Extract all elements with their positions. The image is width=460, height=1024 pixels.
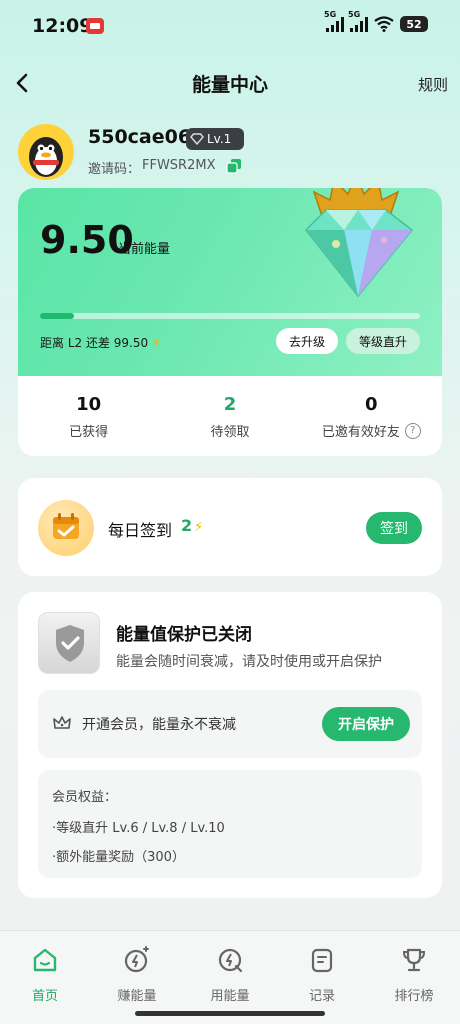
member-benefits: 会员权益： ·等级直升 Lv.6 / Lv.8 / Lv.10 ·额外能量奖励（…: [38, 770, 422, 878]
calendar-check-icon: [38, 500, 94, 556]
level-progress-bar: [40, 313, 420, 319]
records-icon: [311, 948, 333, 973]
energy-card: 9.50 当前能量 距离 L2 还差 99.50 ⚡ 去升级 等级直升 10 已…: [18, 188, 442, 456]
calendar-notification-icon: [86, 18, 104, 34]
level-badge: Lv.1: [186, 128, 244, 150]
stat-pending[interactable]: 2 待领取: [159, 376, 300, 456]
tab-use-energy[interactable]: 用能量: [195, 945, 265, 1004]
invite-code-value: FFWSR2MX: [142, 158, 216, 173]
bottom-tab-bar: 首页 赚能量 用能量 记录 排行榜: [0, 930, 460, 1024]
checkin-title: 每日签到: [108, 521, 173, 540]
status-bar: 12:09 5G 5G 52: [0, 0, 460, 56]
page-title: 能量中心: [191, 74, 268, 96]
energy-protection-card: 能量值保护已关闭 能量会随时间衰减，请及时使用或开启保护 开通会员，能量永不衰减…: [18, 592, 442, 898]
invite-code-label: 邀请码：: [88, 162, 141, 177]
battery-indicator: 52: [400, 16, 428, 32]
avatar[interactable]: [18, 124, 74, 180]
heart-diamond-icon: [190, 133, 204, 145]
protection-description: 能量会随时间衰减，请及时使用或开启保护: [116, 654, 382, 670]
daily-checkin-card: 每日签到 2 ⚡ 签到: [18, 478, 442, 576]
use-energy-icon: [218, 948, 243, 973]
current-energy-label: 当前能量: [118, 242, 171, 257]
stat-earned[interactable]: 10 已获得: [18, 376, 159, 456]
home-indicator[interactable]: [135, 1011, 325, 1016]
rules-link[interactable]: 规则: [418, 74, 448, 95]
protection-status-title: 能量值保护已关闭: [116, 625, 252, 645]
copy-icon[interactable]: [226, 158, 242, 174]
checkin-reward-value: 2: [181, 516, 193, 535]
benefits-title: 会员权益：: [52, 790, 118, 805]
level-distance-label: 距离 L2 还差 99.50: [40, 336, 149, 350]
level-progress-fill: [40, 313, 75, 319]
tab-label: 首页: [31, 989, 58, 1004]
lightning-icon: ⚡: [152, 335, 161, 350]
stat-value: 0: [365, 394, 378, 415]
help-icon[interactable]: ?: [404, 422, 421, 439]
tab-leaderboard[interactable]: 排行榜: [379, 945, 449, 1004]
shield-icon: [38, 612, 100, 674]
checkin-button[interactable]: 签到: [366, 512, 422, 544]
upgrade-button[interactable]: 去升级: [276, 328, 338, 354]
energy-stats: 10 已获得 2 待领取 0 已邀有效好友 ?: [18, 376, 442, 456]
signal-5g-icon: 5G: [324, 10, 344, 32]
benefit-item: ·等级直升 Lv.6 / Lv.8 / Lv.10: [52, 821, 225, 836]
stat-value: 10: [76, 394, 102, 415]
benefit-item: ·额外能量奖励（300）: [52, 850, 185, 865]
stat-value: 2: [223, 394, 237, 415]
tab-label: 排行榜: [394, 989, 434, 1004]
tab-label: 赚能量: [117, 989, 157, 1004]
tab-label: 用能量: [210, 989, 250, 1004]
level-label: Lv.1: [207, 132, 232, 146]
stat-label: 已获得: [69, 425, 109, 440]
level-distance-text: 距离 L2 还差 99.50 ⚡: [40, 334, 161, 351]
crown-icon: [53, 716, 71, 729]
membership-promo-text: 开通会员，能量永不衰减: [82, 717, 236, 733]
tab-home[interactable]: 首页: [10, 945, 80, 1004]
stat-label: 待领取: [210, 425, 250, 440]
crowned-diamond-icon: [304, 188, 414, 298]
signal-5g-icon: 5G: [348, 10, 368, 32]
username: 550cae06: [88, 126, 192, 148]
tab-earn-energy[interactable]: 赚能量: [102, 945, 172, 1004]
level-up-button[interactable]: 等级直升: [346, 328, 420, 354]
penguin-avatar-icon: [29, 137, 63, 177]
tab-label: 记录: [308, 989, 335, 1004]
status-indicators: 5G 5G 52: [324, 10, 428, 32]
status-time: 12:09: [32, 15, 93, 37]
stat-label: 已邀有效好友: [321, 425, 400, 440]
user-profile: 550cae06 Lv.1 邀请码： FFWSR2MX: [18, 124, 438, 182]
stat-invited-friends[interactable]: 0 已邀有效好友 ?: [301, 376, 442, 456]
earn-energy-icon: [124, 946, 149, 973]
trophy-icon: [402, 948, 426, 972]
energy-summary: 9.50 当前能量 距离 L2 还差 99.50 ⚡ 去升级 等级直升: [18, 188, 442, 376]
enable-protection-button[interactable]: 开启保护: [322, 707, 410, 741]
home-icon: [33, 948, 57, 972]
membership-promo: 开通会员，能量永不衰减 开启保护: [38, 690, 422, 758]
navigation-bar: 能量中心 规则: [0, 58, 460, 108]
wifi-icon: [374, 16, 394, 32]
tab-records[interactable]: 记录: [287, 945, 357, 1004]
lightning-icon: ⚡: [194, 520, 204, 535]
